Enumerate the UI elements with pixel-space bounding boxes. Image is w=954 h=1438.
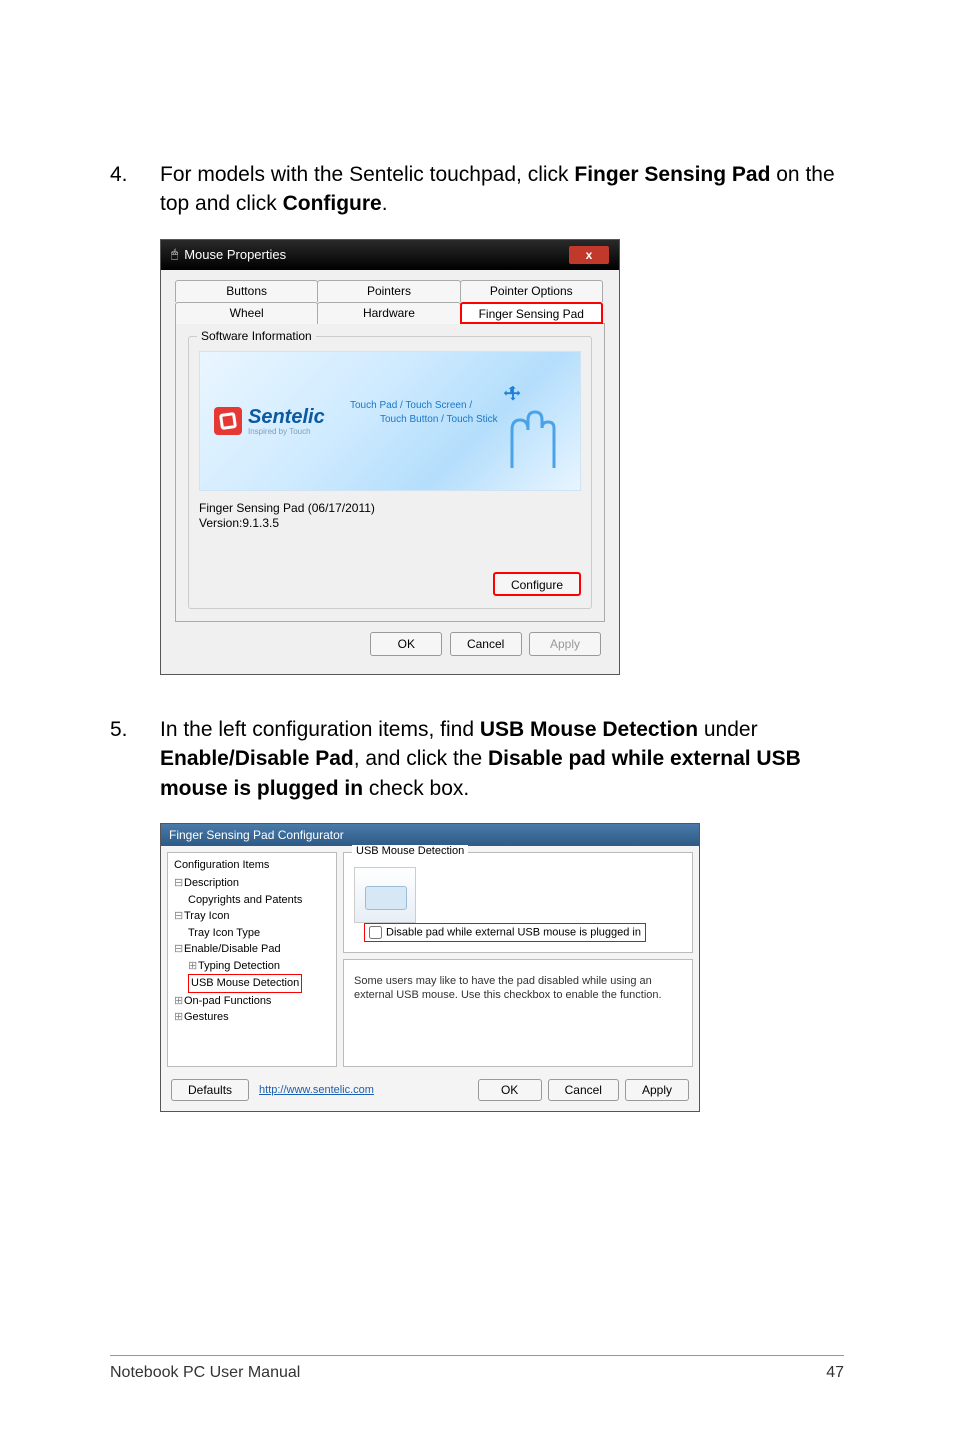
disable-pad-checkbox-wrap[interactable]: Disable pad while external USB mouse is … — [364, 923, 646, 942]
tree-copyrights[interactable]: Copyrights and Patents — [174, 892, 330, 909]
tab-wheel[interactable]: Wheel — [175, 302, 318, 324]
touchpad-thumbnail — [354, 867, 416, 923]
disable-pad-checkbox[interactable] — [369, 926, 382, 939]
tab-pointers[interactable]: Pointers — [317, 280, 460, 302]
tree-tray-icon-label: Tray Icon — [184, 910, 229, 922]
defaults-button[interactable]: Defaults — [171, 1079, 249, 1101]
step4-number: 4. — [110, 160, 160, 219]
fsp-version-line2: Version:9.1.3.5 — [199, 516, 581, 532]
tree-on-pad-functions[interactable]: ⊞On-pad Functions — [174, 993, 330, 1010]
description-group: Some users may like to have the pad disa… — [343, 959, 693, 1067]
software-information-label: Software Information — [197, 329, 316, 343]
configurator-dialog: Finger Sensing Pad Configurator Configur… — [160, 823, 700, 1112]
close-button[interactable]: x — [569, 246, 609, 264]
sentelic-logo-text: Sentelic — [248, 406, 325, 429]
usb-mouse-detection-title: USB Mouse Detection — [352, 845, 468, 857]
step4-text: For models with the Sentelic touchpad, c… — [160, 160, 844, 219]
tab-hardware[interactable]: Hardware — [317, 302, 460, 324]
step5-t4: check box. — [363, 777, 469, 800]
configure-button[interactable]: Configure — [493, 572, 581, 596]
footer-left: Notebook PC User Manual — [110, 1364, 300, 1382]
tree-enable-disable-pad[interactable]: ⊟Enable/Disable Pad — [174, 941, 330, 958]
sentelic-logo-icon — [214, 407, 242, 435]
tree-usb-mouse-detection[interactable]: USB Mouse Detection — [174, 974, 330, 993]
sentelic-banner: Sentelic Inspired by Touch Touch Pad / T… — [199, 351, 581, 491]
step4-after: . — [382, 192, 388, 215]
mouse-properties-dialog: 🖱 Mouse Properties x Buttons Pointers Po… — [160, 239, 620, 675]
tree-enable-disable-label: Enable/Disable Pad — [184, 943, 281, 955]
tree-gestures[interactable]: ⊞Gestures — [174, 1009, 330, 1026]
tab-finger-sensing-pad[interactable]: Finger Sensing Pad — [460, 302, 603, 324]
footer-page-number: 47 — [826, 1364, 844, 1382]
tab-pointer-options[interactable]: Pointer Options — [460, 280, 603, 302]
mouse-properties-titlebar: 🖱 Mouse Properties x — [161, 240, 619, 270]
step5-t3: , and click the — [354, 747, 488, 770]
step4-bold2: Configure — [283, 192, 382, 215]
mouse-icon: 🖱 — [171, 247, 178, 262]
step5-number: 5. — [110, 715, 160, 803]
step4-part1: For models with the Sentelic touchpad, c… — [160, 163, 574, 186]
mouse-properties-title: Mouse Properties — [184, 247, 286, 262]
tree-onpad-label: On-pad Functions — [184, 995, 271, 1007]
disable-pad-checkbox-label: Disable pad while external USB mouse is … — [386, 927, 641, 939]
banner-line1: Touch Pad / Touch Screen / — [350, 400, 472, 411]
tree-description[interactable]: ⊟Description — [174, 875, 330, 892]
step5-text: In the left configuration items, find US… — [160, 715, 844, 803]
tree-tray-icon-type[interactable]: Tray Icon Type — [174, 925, 330, 942]
tab-buttons[interactable]: Buttons — [175, 280, 318, 302]
sentelic-link[interactable]: http://www.sentelic.com — [259, 1084, 374, 1096]
fsp-version-line1: Finger Sensing Pad (06/17/2011) — [199, 501, 581, 517]
tree-description-label: Description — [184, 877, 239, 889]
configuration-items-panel: Configuration Items ⊟Description Copyrig… — [167, 852, 337, 1067]
cfg-ok-button[interactable]: OK — [478, 1079, 542, 1101]
tree-gestures-label: Gestures — [184, 1011, 229, 1023]
configuration-items-label: Configuration Items — [174, 859, 330, 871]
tree-usb-mouse-label: USB Mouse Detection — [188, 974, 302, 993]
tree-typing-detection[interactable]: ⊞Typing Detection — [174, 958, 330, 975]
apply-button[interactable]: Apply — [529, 632, 601, 656]
step5-t1: In the left configuration items, find — [160, 718, 480, 741]
step5-t2: under — [698, 718, 758, 741]
cancel-button[interactable]: Cancel — [450, 632, 522, 656]
configurator-title: Finger Sensing Pad Configurator — [161, 824, 699, 846]
finger-icon — [502, 400, 562, 470]
usb-mouse-detection-group: USB Mouse Detection Disable pad while ex… — [343, 852, 693, 953]
step4-bold1: Finger Sensing Pad — [574, 163, 770, 186]
description-text: Some users may like to have the pad disa… — [354, 974, 682, 1003]
tree-tray-icon[interactable]: ⊟Tray Icon — [174, 908, 330, 925]
cfg-cancel-button[interactable]: Cancel — [548, 1079, 619, 1101]
ok-button[interactable]: OK — [370, 632, 442, 656]
cfg-apply-button[interactable]: Apply — [625, 1079, 689, 1101]
tree-typing-label: Typing Detection — [198, 960, 280, 972]
step5-b1: USB Mouse Detection — [480, 718, 698, 741]
step5-b2: Enable/Disable Pad — [160, 747, 354, 770]
